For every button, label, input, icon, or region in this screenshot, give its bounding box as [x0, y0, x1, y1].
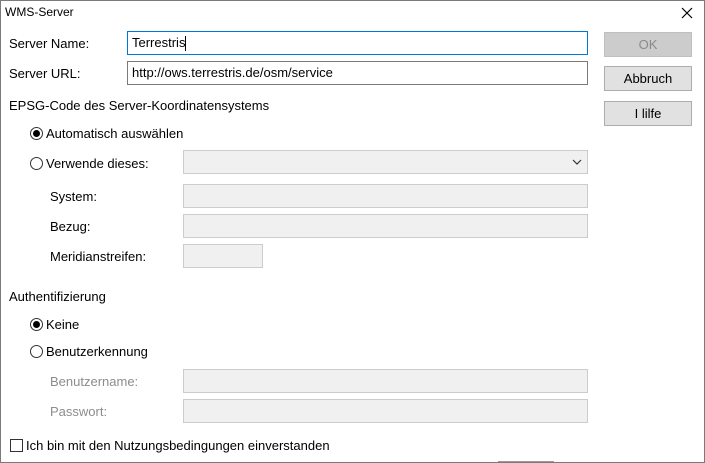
radio-checked-icon — [30, 127, 43, 140]
ok-button[interactable]: OK — [604, 32, 692, 57]
bezug-label: Bezug: — [50, 219, 91, 234]
password-field[interactable] — [183, 399, 588, 423]
close-icon — [681, 7, 693, 19]
wms-server-dialog: WMS-Server Server Name: Terrestris Serve… — [0, 0, 705, 463]
chevron-down-icon — [572, 159, 582, 165]
system-field[interactable] — [183, 184, 588, 208]
epsg-use-label: Verwende dieses: — [46, 156, 149, 171]
server-name-input[interactable]: Terrestris — [127, 31, 588, 55]
server-name-label: Server Name: — [9, 36, 90, 51]
auth-heading: Authentifizierung — [9, 289, 106, 304]
username-field[interactable] — [183, 369, 588, 393]
epsg-auto-label: Automatisch auswählen — [46, 126, 184, 141]
close-button[interactable] — [676, 3, 698, 23]
auth-user-label: Benutzerkennung — [46, 344, 148, 359]
server-url-input[interactable]: http://ows.terrestris.de/osm/service — [127, 61, 588, 85]
auth-none-radio[interactable]: Keine — [30, 317, 79, 332]
meridian-field[interactable] — [183, 244, 263, 268]
radio-unchecked-icon — [30, 157, 43, 170]
title-bar: WMS-Server — [1, 1, 704, 25]
help-button[interactable]: I lilfe — [604, 101, 692, 126]
password-label: Passwort: — [50, 404, 108, 419]
resize-grip-line — [498, 461, 554, 462]
cancel-button[interactable]: Abbruch — [604, 66, 692, 91]
server-name-value: Terrestris — [132, 35, 186, 50]
radio-unchecked-icon — [30, 345, 43, 358]
window-title: WMS-Server — [5, 5, 74, 19]
radio-checked-icon — [30, 318, 43, 331]
server-url-value: http://ows.terrestris.de/osm/service — [132, 65, 333, 80]
epsg-heading: EPSG-Code des Server-Koordinatensystems — [9, 98, 270, 113]
text-caret — [185, 36, 187, 52]
meridian-label: Meridianstreifen: — [50, 249, 147, 264]
checkbox-unchecked-icon — [10, 439, 23, 452]
auth-none-label: Keine — [46, 317, 80, 332]
bezug-field[interactable] — [183, 214, 588, 238]
system-label: System: — [50, 189, 97, 204]
epsg-auto-radio[interactable]: Automatisch auswählen — [30, 126, 183, 141]
epsg-code-combobox[interactable] — [183, 150, 588, 174]
auth-user-radio[interactable]: Benutzerkennung — [30, 344, 148, 359]
username-label: Benutzername: — [50, 374, 139, 389]
terms-label: Ich bin mit den Nutzungsbedingungen einv… — [26, 438, 330, 453]
server-url-label: Server URL: — [9, 66, 81, 81]
terms-checkbox[interactable]: Ich bin mit den Nutzungsbedingungen einv… — [10, 438, 330, 453]
epsg-use-radio[interactable]: Verwende dieses: — [30, 156, 149, 171]
